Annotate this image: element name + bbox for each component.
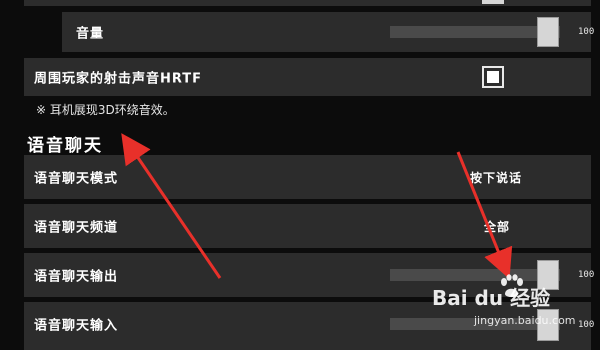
hrtf-row: 周围玩家的射击声音HRTF bbox=[24, 58, 591, 96]
voice-chat-input-label: 语音聊天输入 bbox=[34, 318, 119, 334]
voice-chat-output-slider-track[interactable] bbox=[390, 269, 560, 281]
voice-chat-channel-label: 语音聊天频道 bbox=[34, 220, 119, 236]
watermark-logo: Bai du 经验 bbox=[432, 286, 551, 310]
voice-chat-section-title: 语音聊天 bbox=[27, 136, 103, 156]
voice-chat-input-value: 100 bbox=[578, 320, 595, 330]
volume-value: 100 bbox=[578, 27, 595, 37]
checkbox-partial-top[interactable] bbox=[482, 0, 504, 4]
voice-chat-output-label: 语音聊天输出 bbox=[34, 269, 119, 285]
volume-slider-track[interactable] bbox=[390, 26, 560, 38]
checkbox-check-mark bbox=[487, 71, 499, 83]
hrtf-label: 周围玩家的射击声音HRTF bbox=[34, 71, 203, 87]
volume-label: 音量 bbox=[76, 26, 105, 42]
hrtf-checkbox[interactable] bbox=[482, 66, 504, 88]
settings-row-partial-top bbox=[24, 0, 591, 6]
voice-chat-output-value: 100 bbox=[578, 270, 595, 280]
voice-chat-mode-value[interactable]: 按下说话 bbox=[470, 169, 522, 186]
hrtf-note: ※ 耳机展现3D环绕音效。 bbox=[36, 103, 175, 117]
voice-chat-mode-label: 语音聊天模式 bbox=[34, 171, 119, 187]
watermark-url: jingyan.baidu.com bbox=[474, 314, 576, 327]
volume-slider-thumb[interactable] bbox=[537, 17, 559, 47]
voice-chat-channel-value[interactable]: 全部 bbox=[484, 218, 510, 235]
